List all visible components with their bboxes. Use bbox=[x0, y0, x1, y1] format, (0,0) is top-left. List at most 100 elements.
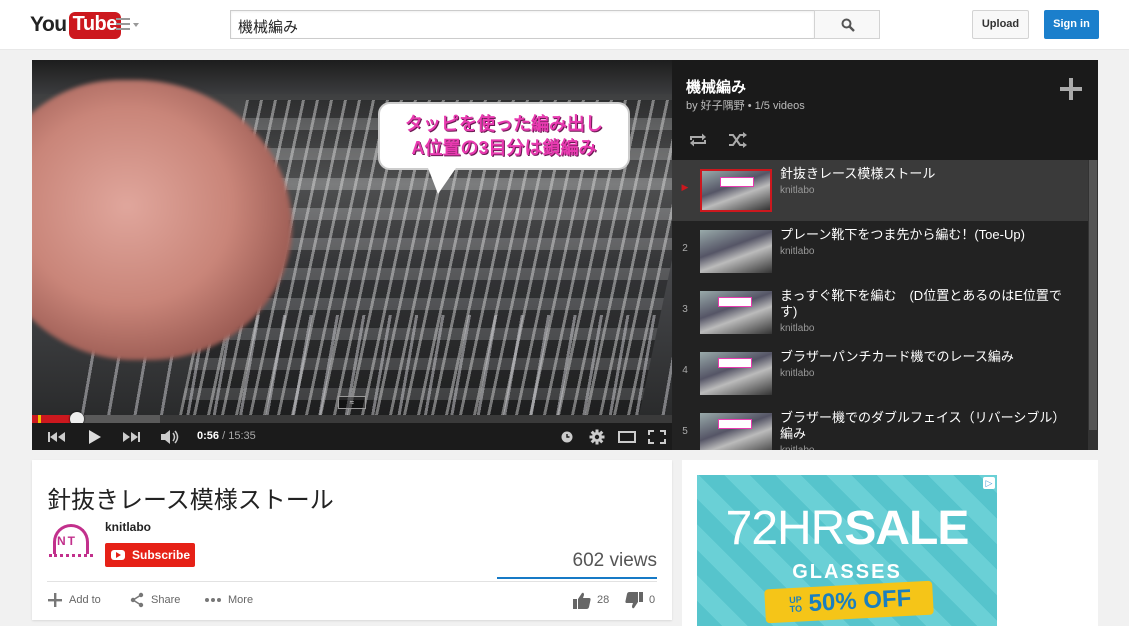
playlist-title[interactable]: 機械編み bbox=[686, 76, 746, 97]
youtube-logo[interactable]: You Tube bbox=[30, 10, 121, 40]
playlist-panel: 機械編み by 好子隅野 • 1/5 videos ▶ 針抜きレース模様ストール bbox=[672, 60, 1098, 450]
playlist-scrollbar-thumb[interactable] bbox=[1089, 160, 1097, 430]
playlist-item[interactable]: 5 ブラザー機でのダブルフェイス（リバーシブル）編み knitlabo bbox=[672, 404, 1088, 450]
playlist-thumbnail bbox=[700, 230, 772, 273]
now-playing-indicator: ▶ bbox=[681, 182, 689, 192]
playlist-meta: by 好子隅野 • 1/5 videos bbox=[686, 100, 805, 112]
share-button[interactable]: Share bbox=[129, 591, 180, 609]
progress-bar[interactable] bbox=[32, 412, 672, 426]
channel-avatar[interactable]: NT bbox=[47, 520, 95, 568]
logo-you-text: You bbox=[30, 13, 67, 36]
thumbnail-caption bbox=[718, 419, 752, 429]
play-button[interactable] bbox=[84, 423, 106, 450]
playlist-items: ▶ 針抜きレース模様ストール knitlabo 2 プレーン靴下をつま先から編む… bbox=[672, 160, 1088, 450]
ad-offer-badge: UP TO 50% OFF bbox=[764, 580, 934, 624]
progress-marker bbox=[38, 415, 41, 423]
time-display: 0:56 / 15:35 bbox=[197, 430, 256, 442]
volume-icon bbox=[161, 429, 179, 444]
shuffle-button[interactable] bbox=[728, 132, 750, 150]
subscribe-label: Subscribe bbox=[132, 548, 191, 562]
video-player[interactable]: タッピを使った編み出し A位置の3目分は鎖編み ≈ 0:56 / 15:35 bbox=[32, 60, 672, 450]
next-icon bbox=[123, 431, 140, 442]
display-ad[interactable]: ▷ 72HRSALE GLASSES UP TO 50% OFF bbox=[697, 475, 997, 626]
add-to-button[interactable]: Add to bbox=[47, 591, 101, 609]
upload-button[interactable]: Upload bbox=[972, 10, 1029, 39]
ad-choices-icon[interactable]: ▷ bbox=[983, 477, 995, 489]
dislike-button[interactable]: 0 bbox=[625, 591, 655, 609]
loop-button[interactable] bbox=[688, 132, 710, 150]
annotation-expand-button[interactable]: ≈ bbox=[338, 396, 366, 409]
ad-headline: 72HRSALE bbox=[697, 503, 997, 555]
playlist-item-title: ブラザーパンチカード機でのレース編み bbox=[780, 349, 1014, 364]
ad-up-to: UP TO bbox=[788, 594, 803, 615]
playlist-item-owner: knitlabo bbox=[780, 246, 815, 257]
search-query: 機械編み bbox=[238, 19, 299, 36]
playlist-item[interactable]: 3 まっすぐ靴下を編む (D位置とあるのはE位置です) knitlabo bbox=[672, 282, 1088, 343]
subscribe-button[interactable]: Subscribe bbox=[105, 543, 195, 567]
previous-icon bbox=[48, 431, 65, 442]
more-button[interactable]: More bbox=[204, 591, 253, 609]
ad-offer: 50% OFF bbox=[807, 584, 912, 618]
next-button[interactable] bbox=[120, 423, 142, 450]
clock-icon bbox=[561, 431, 573, 442]
like-button[interactable]: 28 bbox=[573, 591, 609, 609]
playlist-item-index: 4 bbox=[682, 365, 688, 376]
volume-button[interactable] bbox=[158, 423, 182, 450]
settings-button[interactable] bbox=[586, 423, 608, 450]
playlist-thumbnail bbox=[700, 291, 772, 334]
search-input[interactable]: 機械編み bbox=[230, 10, 815, 39]
ad-subhead: GLASSES bbox=[792, 561, 902, 583]
playlist-item[interactable]: 4 ブラザーパンチカード機でのレース編み knitlabo bbox=[672, 343, 1088, 404]
video-info-card: 針抜きレース模様ストール NT knitlabo Subscribe 602 v… bbox=[32, 460, 672, 620]
watch-later-button[interactable] bbox=[558, 423, 576, 450]
playlist-item-owner: knitlabo bbox=[780, 185, 815, 196]
playlist-item-title: まっすぐ靴下を編む (D位置とあるのはE位置です) bbox=[780, 288, 1062, 319]
duration: / 15:35 bbox=[222, 430, 256, 442]
divider bbox=[47, 581, 657, 582]
channel-name[interactable]: knitlabo bbox=[105, 520, 151, 534]
theater-icon bbox=[618, 430, 636, 443]
youtube-play-icon bbox=[111, 550, 125, 560]
playlist-item-title: プレーン靴下をつま先から編む！(Toe-Up) bbox=[780, 227, 1025, 242]
guide-menu-button[interactable] bbox=[116, 16, 142, 34]
theater-mode-button[interactable] bbox=[616, 423, 638, 450]
current-time: 0:56 bbox=[197, 430, 220, 442]
search-icon bbox=[841, 18, 855, 32]
playlist-add-button[interactable] bbox=[1060, 78, 1082, 100]
playlist-item-title: 針抜きレース模様ストール bbox=[780, 166, 936, 181]
playlist-item[interactable]: ▶ 針抜きレース模様ストール knitlabo bbox=[672, 160, 1088, 221]
caret-down-icon bbox=[133, 23, 139, 27]
play-icon bbox=[89, 429, 101, 444]
search-button[interactable] bbox=[814, 10, 880, 39]
dislike-count: 0 bbox=[649, 594, 656, 606]
caption-bubble: タッピを使った編み出し A位置の3目分は鎖編み bbox=[378, 102, 630, 170]
playlist-item-owner: knitlabo bbox=[780, 445, 814, 450]
playlist-thumbnail bbox=[700, 169, 772, 212]
playlist-item-owner: knitlabo bbox=[780, 368, 815, 379]
video-title: 針抜きレース模様ストール bbox=[47, 487, 334, 514]
add-to-label: Add to bbox=[69, 594, 101, 606]
caption-line-1: タッピを使った編み出し bbox=[405, 114, 603, 134]
logo-tube-text: Tube bbox=[68, 11, 121, 39]
sentiment-bar bbox=[497, 577, 657, 579]
playlist-scrollbar[interactable] bbox=[1088, 160, 1098, 450]
playlist-item-index: 2 bbox=[682, 243, 688, 254]
thumbnail-caption bbox=[718, 358, 752, 368]
avatar-initials: NT bbox=[57, 534, 77, 548]
masthead: You Tube 機械編み Upload Sign in bbox=[0, 0, 1129, 50]
sign-in-button[interactable]: Sign in bbox=[1044, 10, 1099, 39]
player-controls: 0:56 / 15:35 bbox=[32, 423, 672, 450]
playlist-item[interactable]: 2 プレーン靴下をつま先から編む！(Toe-Up) knitlabo bbox=[672, 221, 1088, 282]
previous-button[interactable] bbox=[46, 423, 68, 450]
fullscreen-button[interactable] bbox=[646, 423, 668, 450]
video-frame[interactable]: タッピを使った編み出し A位置の3目分は鎖編み ≈ bbox=[32, 60, 672, 415]
avatar-scallop-graphic bbox=[49, 554, 93, 564]
playlist-thumbnail bbox=[700, 413, 772, 450]
playlist-thumbnail bbox=[700, 352, 772, 395]
loop-icon bbox=[690, 133, 706, 147]
more-label: More bbox=[228, 594, 254, 606]
caption-bubble-tail bbox=[428, 168, 456, 194]
playlist-item-owner: knitlabo bbox=[780, 323, 815, 334]
hamburger-icon bbox=[116, 18, 130, 30]
playlist-item-title: ブラザー機でのダブルフェイス（リバーシブル）編み bbox=[780, 410, 1066, 441]
